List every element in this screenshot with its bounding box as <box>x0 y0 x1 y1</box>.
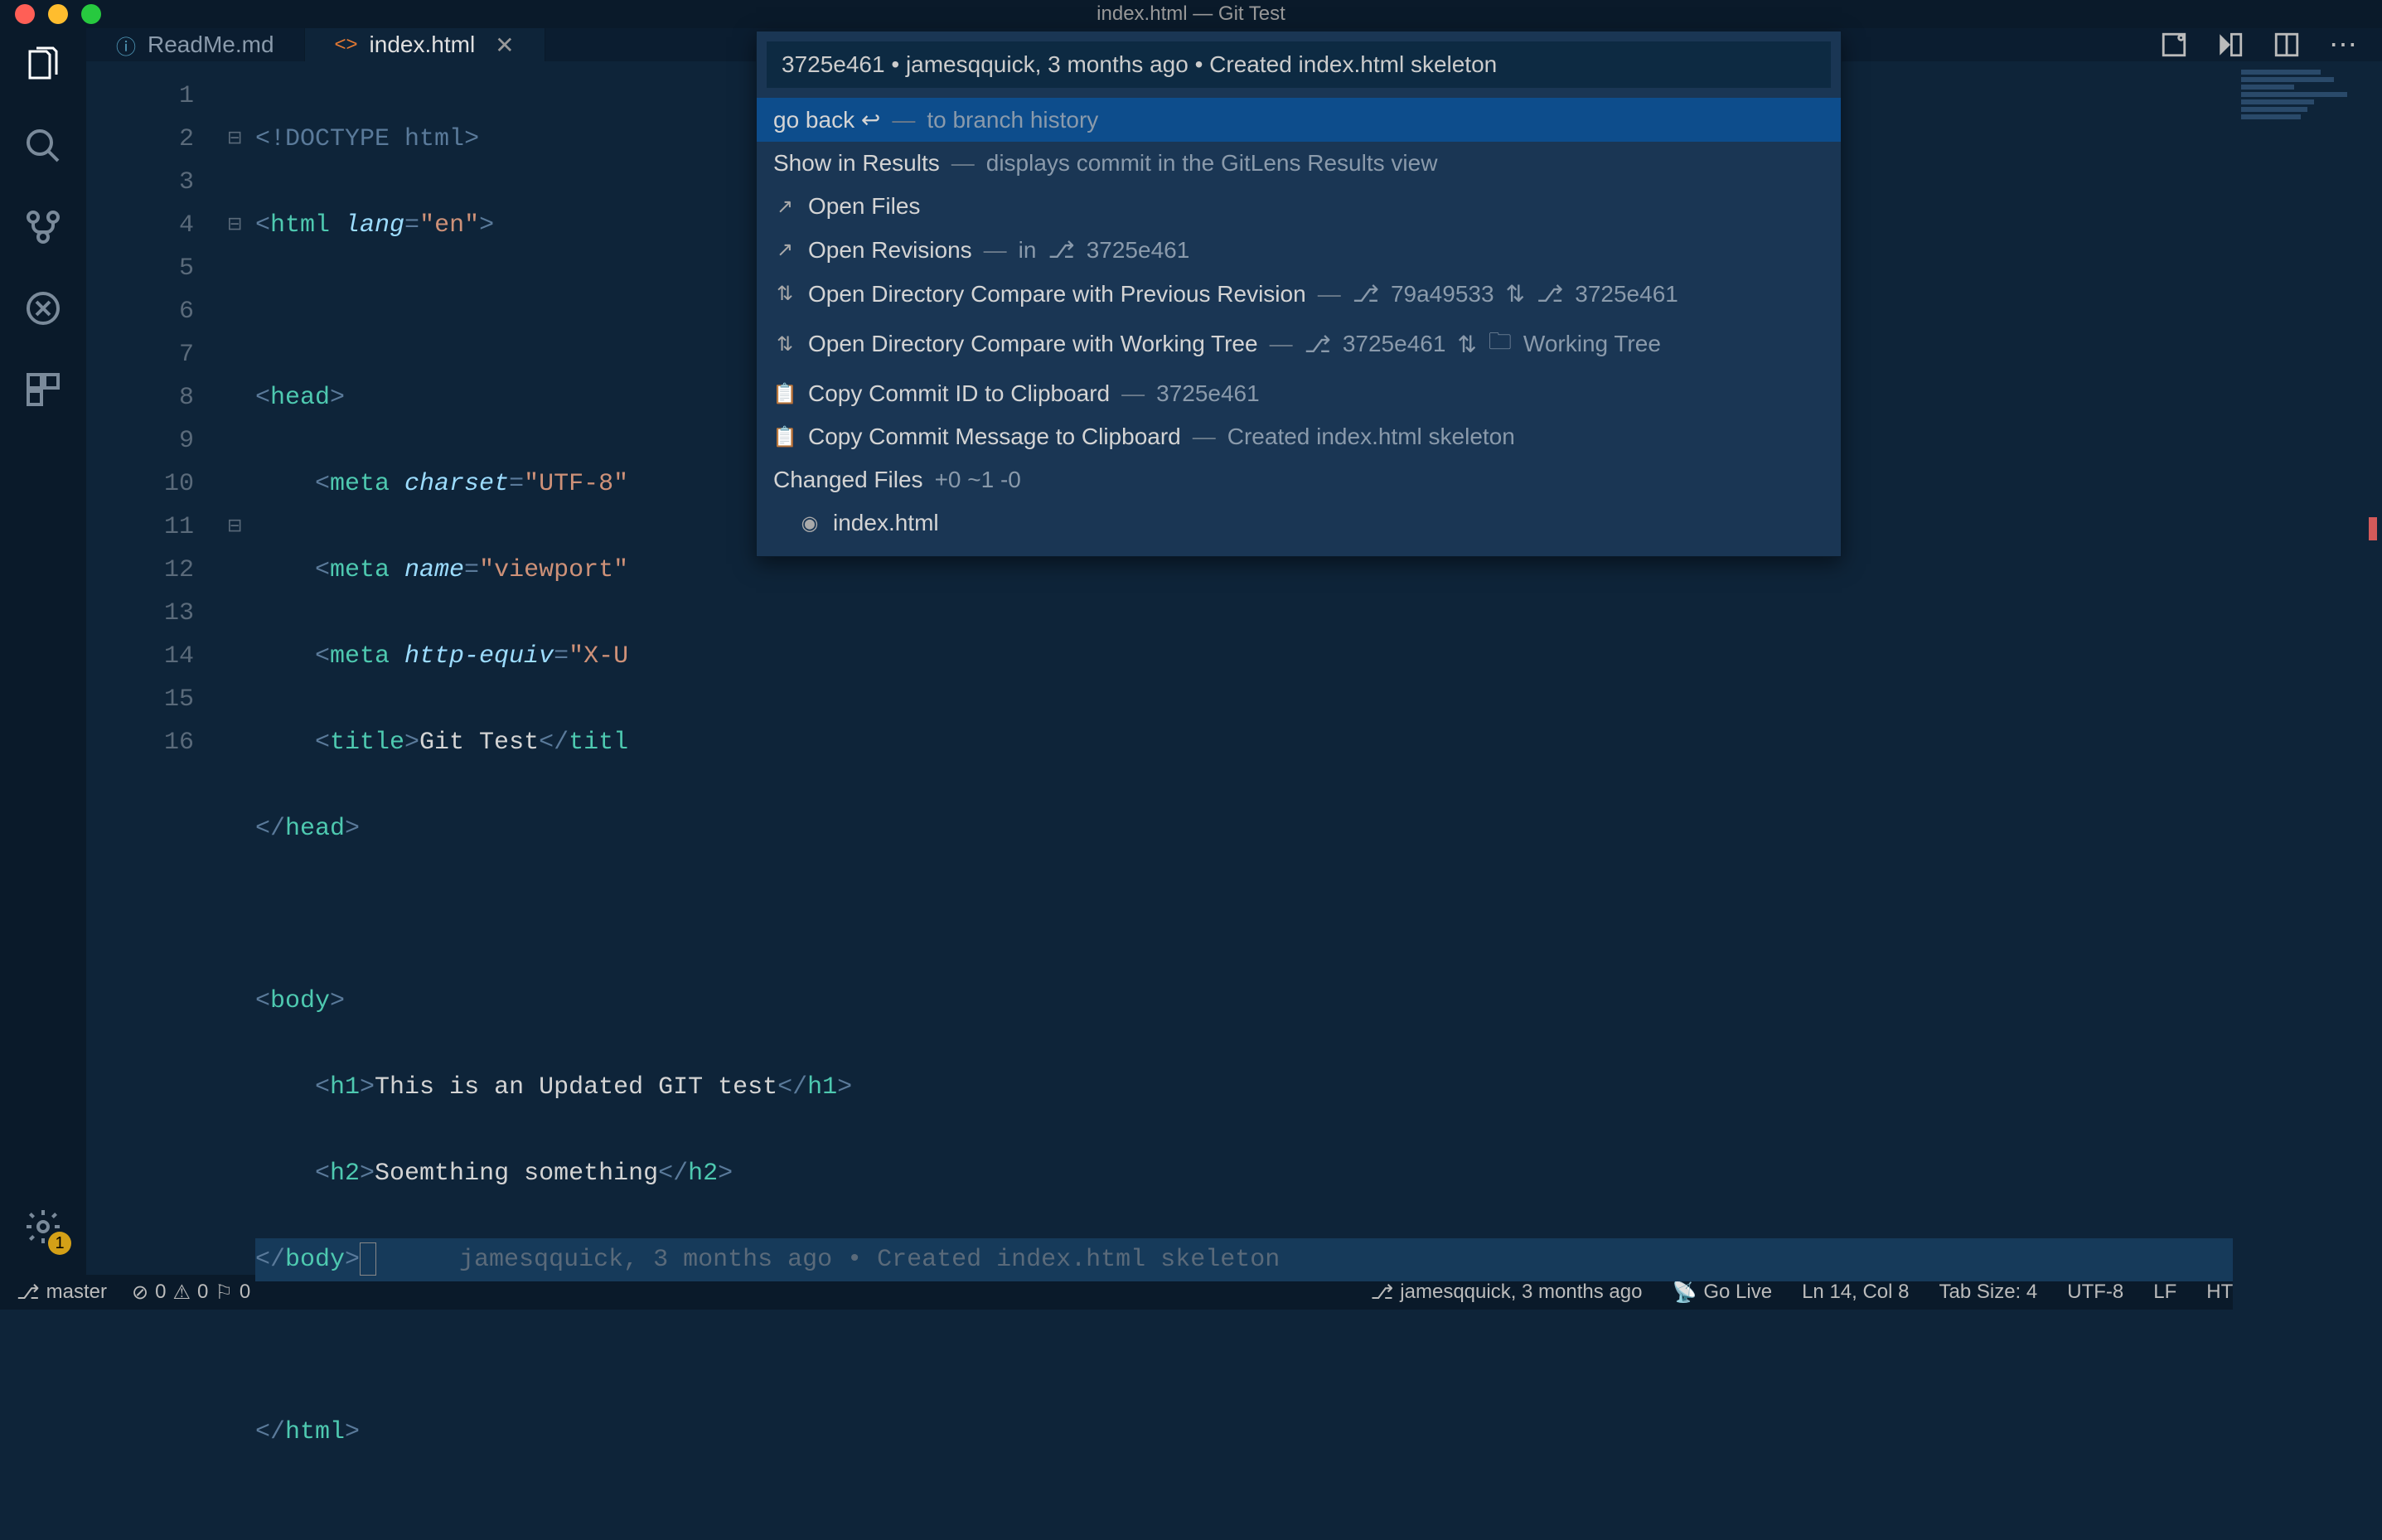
commit-icon: ⎇ <box>1048 236 1074 264</box>
picker-item-copy-commit-message[interactable]: 📋 Copy Commit Message to Clipboard — Cre… <box>757 415 1841 458</box>
folder-icon: 🗀 <box>1489 324 1512 364</box>
open-file-icon: ↗ <box>773 195 796 218</box>
commit-icon: ⎇ <box>1353 280 1379 308</box>
picker-item-open-revisions[interactable]: ↗ Open Revisions — in ⎇ 3725e461 <box>757 228 1841 272</box>
split-editor-icon[interactable] <box>2273 31 2301 59</box>
compare-icon: ⇅ <box>1506 280 1525 308</box>
compare-icon: ⇅ <box>773 283 796 306</box>
titlebar: index.html — Git Test <box>0 0 2382 28</box>
open-file-icon: ↗ <box>773 239 796 262</box>
picker-item-compare-working-tree[interactable]: ⇅ Open Directory Compare with Working Tr… <box>757 316 1841 372</box>
commit-icon: ⎇ <box>1305 331 1331 358</box>
zoom-window-button[interactable] <box>81 4 101 24</box>
search-icon[interactable] <box>20 123 66 169</box>
window-title: index.html — Git Test <box>1097 2 1285 26</box>
open-changes-icon[interactable] <box>2216 31 2244 59</box>
tab-readme[interactable]: ⓘ ReadMe.md <box>86 28 305 61</box>
minimize-window-button[interactable] <box>48 4 68 24</box>
clipboard-icon: 📋 <box>773 425 796 448</box>
picker-item-changed-file[interactable]: ◉ index.html <box>757 501 1841 545</box>
picker-item-changed-files[interactable]: Changed Files +0 ~1 -0 <box>757 458 1841 501</box>
activity-bar: 1 <box>0 28 86 1275</box>
picker-item-show-in-results[interactable]: Show in Results — displays commit in the… <box>757 142 1841 185</box>
fold-icon[interactable]: ⊟ <box>227 506 255 549</box>
update-badge: 1 <box>48 1232 71 1255</box>
fold-icon[interactable]: ⊟ <box>227 118 255 161</box>
compare-icon: ⇅ <box>773 332 796 356</box>
fold-icon[interactable]: ⊟ <box>227 204 255 247</box>
picker-input[interactable]: 3725e461 • jamesqquick, 3 months ago • C… <box>767 41 1831 88</box>
code-icon: <> <box>335 33 358 56</box>
tab-label: ReadMe.md <box>148 31 274 58</box>
fold-gutter: ⊟ ⊟ ⊟ <box>227 61 255 1540</box>
clipboard-icon: 📋 <box>773 382 796 405</box>
compare-changes-icon[interactable] <box>2160 31 2188 59</box>
picker-list: go back ↩ — to branch history Show in Re… <box>757 98 1841 556</box>
picker-item-open-files[interactable]: ↗ Open Files <box>757 185 1841 228</box>
picker-item-go-back[interactable]: go back ↩ — to branch history <box>757 98 1841 142</box>
gitlens-commit-picker: 3725e461 • jamesqquick, 3 months ago • C… <box>756 31 1842 557</box>
tab-index-html[interactable]: <> index.html ✕ <box>305 28 545 61</box>
settings-gear-icon[interactable]: 1 <box>20 1203 66 1250</box>
extensions-icon[interactable] <box>20 366 66 413</box>
branch-icon: ⎇ <box>17 1281 40 1305</box>
picker-item-compare-previous[interactable]: ⇅ Open Directory Compare with Previous R… <box>757 272 1841 316</box>
source-control-icon[interactable] <box>20 204 66 250</box>
picker-item-copy-commit-id[interactable]: 📋 Copy Commit ID to Clipboard — 3725e461 <box>757 372 1841 415</box>
close-window-button[interactable] <box>15 4 35 24</box>
gitlens-blame-annotation: jamesqquick, 3 months ago • Created inde… <box>376 1246 1280 1274</box>
explorer-icon[interactable] <box>20 41 66 88</box>
info-icon: ⓘ <box>116 31 136 60</box>
tab-label: index.html <box>370 31 476 58</box>
cursor-marker <box>360 1242 376 1276</box>
overview-ruler[interactable] <box>2359 86 2382 1275</box>
more-actions-icon[interactable]: ⋯ <box>2329 28 2357 61</box>
file-status-icon: ◉ <box>798 511 821 535</box>
commit-icon: ⎇ <box>1537 280 1563 308</box>
close-icon[interactable]: ✕ <box>495 31 514 59</box>
debug-icon[interactable] <box>20 285 66 332</box>
editor-area: ⓘ ReadMe.md <> index.html ✕ ⋯ <box>86 28 2382 1275</box>
editor-actions: ⋯ <box>2160 28 2382 61</box>
compare-icon: ⇅ <box>1457 331 1476 358</box>
ruler-marker <box>2369 517 2377 540</box>
line-numbers: 1 2 3 4 5 6 7 8 9 10 11 12 13 14 15 16 <box>86 61 227 1540</box>
window-controls <box>0 4 101 24</box>
